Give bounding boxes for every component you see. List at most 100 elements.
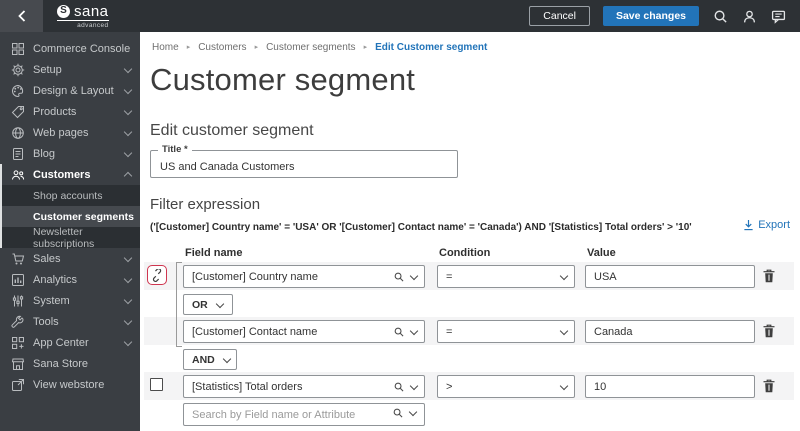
sana-logo-main: S sana xyxy=(57,4,109,21)
sidebar-nav: Commerce Console Setup Design & Layout P… xyxy=(0,38,140,395)
ungroup-button[interactable] xyxy=(147,265,167,285)
value-input[interactable] xyxy=(585,320,755,343)
cancel-button[interactable]: Cancel xyxy=(529,6,590,26)
sidebar-item-label: Tools xyxy=(33,315,59,328)
chevron-down-icon xyxy=(123,85,133,94)
sidebar-item-label: Analytics xyxy=(33,273,78,286)
sidebar-item-customers[interactable]: Customers xyxy=(0,164,140,185)
topbar: S sana advanced Cancel Save changes xyxy=(0,0,800,32)
sidebar-item-label: Newsletter subscriptions xyxy=(33,225,95,250)
condition-value: > xyxy=(446,380,453,393)
sidebar-item-label: Blog xyxy=(33,147,56,160)
sidebar-item-blog[interactable]: Blog xyxy=(0,143,140,164)
search-icon xyxy=(394,382,404,392)
sidebar-item-tools[interactable]: Tools xyxy=(0,311,140,332)
trash-icon xyxy=(763,324,775,338)
palette-icon xyxy=(11,84,25,98)
search-icon[interactable] xyxy=(712,8,728,24)
group-bracket xyxy=(176,262,182,347)
sidebar-item-shop-accounts[interactable]: Shop accounts xyxy=(0,185,140,206)
app-grid-plus-icon xyxy=(11,336,25,350)
chevron-up-icon xyxy=(123,171,133,180)
condition-value: = xyxy=(446,270,453,283)
field-name-value: [Statistics] Total orders xyxy=(192,380,303,393)
breadcrumb-customers[interactable]: Customers xyxy=(198,42,246,53)
sidebar-item-label: Customers xyxy=(33,168,91,181)
chevron-down-icon xyxy=(409,271,419,280)
value-input[interactable] xyxy=(585,375,755,398)
sidebar-item-design-layout[interactable]: Design & Layout xyxy=(0,80,140,101)
brand-edition: advanced xyxy=(77,21,109,29)
save-changes-button[interactable]: Save changes xyxy=(602,6,699,26)
field-name-combobox[interactable]: [Statistics] Total orders xyxy=(183,375,425,398)
chevron-down-icon xyxy=(123,106,133,115)
active-group-accent xyxy=(0,164,2,248)
delete-row-button[interactable] xyxy=(761,322,777,340)
breadcrumb-arrow-icon: ▸ xyxy=(254,44,259,51)
tag-icon xyxy=(11,105,25,119)
column-header-condition: Condition xyxy=(439,247,491,259)
sidebar-item-commerce-console[interactable]: Commerce Console xyxy=(0,38,140,59)
operator-value: OR xyxy=(192,298,208,311)
field-name-value: [Customer] Contact name xyxy=(192,325,318,338)
sidebar-item-web-pages[interactable]: Web pages xyxy=(0,122,140,143)
root-operator-select[interactable]: AND xyxy=(183,349,237,370)
console-grid-icon xyxy=(11,42,25,56)
condition-select[interactable]: = xyxy=(437,265,575,288)
breadcrumb-arrow-icon: ▸ xyxy=(363,44,368,51)
breadcrumb-customer-segments[interactable]: Customer segments xyxy=(266,42,355,53)
sidebar-item-sales[interactable]: Sales xyxy=(0,248,140,269)
sidebar-item-sana-store[interactable]: Sana Store xyxy=(0,353,140,374)
condition-select[interactable]: > xyxy=(437,375,575,398)
sana-s-icon: S xyxy=(57,4,70,18)
customers-people-icon xyxy=(11,168,25,182)
chevron-down-icon xyxy=(123,316,133,325)
sidebar-item-setup[interactable]: Setup xyxy=(0,59,140,80)
sidebar-item-app-center[interactable]: App Center xyxy=(0,332,140,353)
store-icon xyxy=(11,357,25,371)
sidebar-item-customer-segments[interactable]: Customer segments xyxy=(0,206,140,227)
customers-submenu: Shop accounts Customer segments Newslett… xyxy=(0,185,140,250)
delete-row-button[interactable] xyxy=(761,267,777,285)
condition-select[interactable]: = xyxy=(437,320,575,343)
group-operator-select[interactable]: OR xyxy=(183,294,233,315)
chevron-down-icon xyxy=(559,381,569,390)
field-name-combobox[interactable]: [Customer] Contact name xyxy=(183,320,425,343)
back-button[interactable] xyxy=(0,0,43,32)
bar-chart-icon xyxy=(11,273,25,287)
condition-value: = xyxy=(446,325,453,338)
chevron-down-icon xyxy=(559,271,569,280)
sidebar-item-view-webstore[interactable]: View webstore xyxy=(0,374,140,395)
download-icon xyxy=(744,219,753,231)
sidebar-item-analytics[interactable]: Analytics xyxy=(0,269,140,290)
export-label: Export xyxy=(758,219,790,231)
chevron-down-icon xyxy=(215,299,224,308)
sidebar-item-label: View webstore xyxy=(33,378,105,391)
sidebar-item-label: App Center xyxy=(33,336,89,349)
sidebar-item-products[interactable]: Products xyxy=(0,101,140,122)
chevron-left-icon xyxy=(17,10,25,22)
row-select-checkbox[interactable] xyxy=(150,378,163,391)
export-link[interactable]: Export xyxy=(743,219,790,231)
sliders-icon xyxy=(11,294,25,308)
field-name-combobox[interactable]: [Customer] Country name xyxy=(183,265,425,288)
sidebar-item-newsletter-subscriptions[interactable]: Newsletter subscriptions xyxy=(0,225,140,250)
chevron-down-icon xyxy=(409,381,419,390)
search-icon xyxy=(394,327,404,337)
add-condition-search-input[interactable] xyxy=(183,403,425,426)
value-input[interactable] xyxy=(585,265,755,288)
title-input[interactable] xyxy=(151,151,457,177)
chevron-down-icon xyxy=(123,295,133,304)
breadcrumb: Home ▸ Customers ▸ Customer segments ▸ E… xyxy=(152,42,487,53)
feedback-icon[interactable] xyxy=(770,8,786,24)
blog-page-icon xyxy=(11,147,25,161)
sidebar-item-system[interactable]: System xyxy=(0,290,140,311)
sidebar-item-label: Customer segments xyxy=(33,210,134,223)
breadcrumb-home[interactable]: Home xyxy=(152,42,179,53)
account-icon[interactable] xyxy=(741,8,757,24)
filter-builder: Field name Condition Value [Customer] Co… xyxy=(140,245,800,427)
delete-row-button[interactable] xyxy=(761,377,777,395)
chevron-down-icon xyxy=(123,337,133,346)
sidebar-item-label: Products xyxy=(33,105,77,118)
operator-value: AND xyxy=(192,353,215,366)
